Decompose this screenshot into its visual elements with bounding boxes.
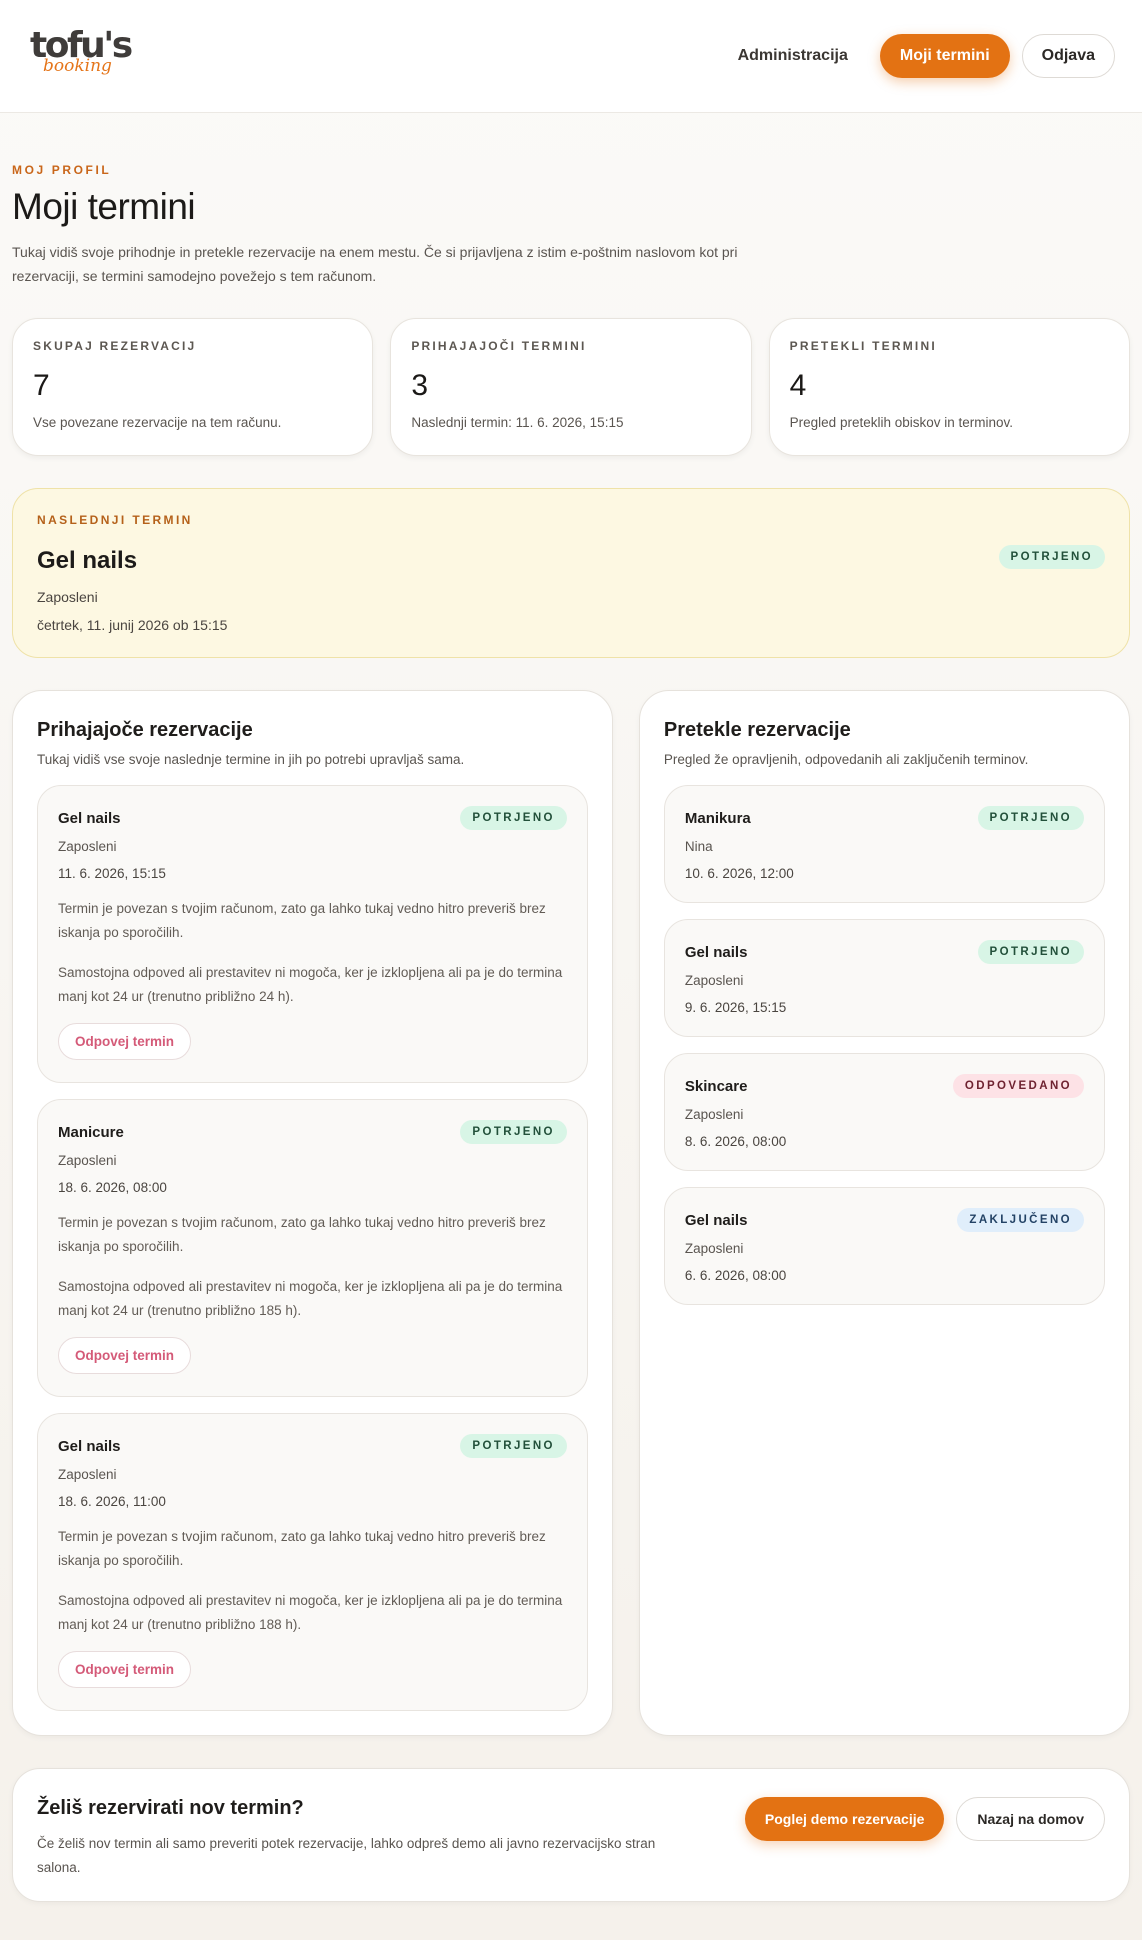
demo-booking-button[interactable]: Poglej demo rezervacije — [744, 1797, 945, 1841]
cancel-appointment-button[interactable]: Odpovej termin — [58, 1337, 192, 1374]
logout-button[interactable]: Odjava — [1021, 34, 1115, 78]
stat-description: Vse povezane rezervacije na tem računu. — [33, 415, 282, 430]
reservation-date: 6. 6. 2026, 08:00 — [684, 1268, 787, 1283]
stat-description: Naslednji termin: 11. 6. 2026, 15:15 — [411, 415, 624, 430]
reservation-note: Termin je povezan s tvojim računom, zato… — [58, 1215, 546, 1254]
reservation-staff: Zaposleni — [58, 1153, 117, 1168]
reservation-note: Termin je povezan s tvojim računom, zato… — [58, 1529, 546, 1568]
stat-label: PRETEKLI TERMINI — [789, 339, 937, 353]
stat-value: 7 — [33, 369, 50, 402]
reservation-note: Termin je povezan s tvojim računom, zato… — [58, 901, 546, 940]
panel-title: Prihajajoče rezervacije — [37, 719, 253, 741]
main-nav: Administracija Moji termini Odjava — [718, 34, 1115, 78]
past-reservation-card: Gel nails ZAKLJUČENO Zaposleni 6. 6. 202… — [663, 1187, 1105, 1305]
stat-description: Pregled preteklih obiskov in terminov. — [789, 415, 1014, 430]
past-reservations-panel: Pretekle rezervacije Pregled že opravlje… — [638, 690, 1130, 1736]
reservation-staff: Zaposleni — [684, 973, 744, 988]
next-appointment-service: Gel nails — [37, 547, 138, 574]
next-appointment-eyebrow: NASLEDNJI TERMIN — [37, 513, 193, 527]
status-badge: POTRJENO — [977, 940, 1084, 964]
brand-logo[interactable]: tofu's booking — [30, 28, 133, 84]
stat-value: 4 — [789, 369, 807, 402]
intro-section: MOJ PROFIL Moji termini Tukaj vidiš svoj… — [0, 113, 1142, 288]
intro-description: Tukaj vidiš svoje prihodnje in pretekle … — [12, 244, 738, 284]
status-badge: ODPOVEDANO — [952, 1074, 1084, 1098]
reservation-cancel-policy: Samostojna odpoved ali prestavitev ni mo… — [58, 1279, 563, 1318]
upcoming-reservation-card: Gel nails POTRJENO Zaposleni 11. 6. 2026… — [37, 785, 588, 1083]
reservation-staff: Zaposleni — [58, 839, 117, 854]
reservation-date: 11. 6. 2026, 15:15 — [58, 866, 166, 881]
reservation-staff: Zaposleni — [58, 1467, 117, 1482]
reservation-staff: Zaposleni — [684, 1241, 744, 1256]
next-appointment-staff: Zaposleni — [37, 589, 98, 605]
stat-label: SKUPAJ REZERVACIJ — [33, 339, 197, 353]
panel-description: Pregled že opravljenih, odpovedanih ali … — [663, 752, 1029, 767]
reservations-columns: Prihajajoče rezervacije Tukaj vidiš vse … — [0, 690, 1142, 1736]
stat-card-upcoming: PRIHAJAJOČI TERMINI 3 Naslednji termin: … — [390, 318, 752, 456]
stat-card-total: SKUPAJ REZERVACIJ 7 Vse povezane rezerva… — [12, 318, 374, 456]
nav-admin-link[interactable]: Administracija — [718, 35, 868, 77]
reservation-staff: Nina — [684, 839, 713, 854]
status-badge: POTRJENO — [977, 806, 1084, 830]
stats-row: SKUPAJ REZERVACIJ 7 Vse povezane rezerva… — [0, 318, 1142, 456]
upcoming-reservations-panel: Prihajajoče rezervacije Tukaj vidiš vse … — [12, 690, 613, 1736]
reservation-date: 10. 6. 2026, 12:00 — [684, 866, 794, 881]
stat-card-past: PRETEKLI TERMINI 4 Pregled preteklih obi… — [768, 318, 1130, 456]
intro-eyebrow: MOJ PROFIL — [12, 163, 112, 177]
top-header: tofu's booking Administracija Moji termi… — [0, 0, 1142, 113]
upcoming-reservation-card: Gel nails POTRJENO Zaposleni 18. 6. 2026… — [37, 1413, 588, 1711]
upcoming-list: Gel nails POTRJENO Zaposleni 11. 6. 2026… — [37, 785, 588, 1711]
cta-actions: Poglej demo rezervacije Nazaj na domov — [744, 1797, 1105, 1873]
panel-description: Tukaj vidiš vse svoje naslednje termine … — [37, 752, 465, 767]
status-badge: POTRJENO — [460, 1120, 567, 1144]
past-reservation-card: Skincare ODPOVEDANO Zaposleni 8. 6. 2026… — [663, 1053, 1105, 1171]
upcoming-reservation-card: Manicure POTRJENO Zaposleni 18. 6. 2026,… — [37, 1099, 588, 1397]
cta-description: Če želiš nov termin ali samo preveriti p… — [37, 1836, 656, 1875]
status-badge: POTRJENO — [998, 545, 1105, 569]
next-appointment-card: NASLEDNJI TERMIN Gel nails Zaposleni čet… — [12, 488, 1130, 658]
stat-label: PRIHAJAJOČI TERMINI — [411, 339, 587, 353]
reservation-date: 18. 6. 2026, 08:00 — [58, 1180, 167, 1195]
reservation-cancel-policy: Samostojna odpoved ali prestavitev ni mo… — [58, 965, 563, 1004]
status-badge: POTRJENO — [460, 806, 567, 830]
reservation-date: 8. 6. 2026, 08:00 — [684, 1134, 787, 1149]
nav-my-appointments-button[interactable]: Moji termini — [879, 34, 1010, 78]
reservation-staff: Zaposleni — [684, 1107, 744, 1122]
past-reservation-card: Gel nails POTRJENO Zaposleni 9. 6. 2026,… — [663, 919, 1105, 1037]
cta-title: Želiš rezervirati nov termin? — [37, 1797, 304, 1819]
stat-value: 3 — [411, 369, 429, 402]
cta-text-block: Želiš rezervirati nov termin? Če želiš n… — [37, 1797, 687, 1875]
next-appointment-datetime: četrtek, 11. junij 2026 ob 15:15 — [37, 617, 228, 633]
back-home-button[interactable]: Nazaj na domov — [956, 1797, 1105, 1841]
panel-title: Pretekle rezervacije — [663, 719, 851, 741]
status-badge: POTRJENO — [460, 1434, 567, 1458]
cancel-appointment-button[interactable]: Odpovej termin — [58, 1023, 192, 1060]
logo-subtext: booking — [43, 56, 112, 76]
status-badge: ZAKLJUČENO — [957, 1208, 1084, 1232]
past-list: Manikura POTRJENO Nina 10. 6. 2026, 12:0… — [663, 785, 1105, 1305]
reservation-date: 9. 6. 2026, 15:15 — [684, 1000, 787, 1015]
reservation-date: 18. 6. 2026, 11:00 — [58, 1494, 166, 1509]
new-booking-cta: Želiš rezervirati nov termin? Če želiš n… — [12, 1768, 1130, 1902]
cancel-appointment-button[interactable]: Odpovej termin — [58, 1651, 192, 1688]
past-reservation-card: Manikura POTRJENO Nina 10. 6. 2026, 12:0… — [663, 785, 1105, 903]
page-title: Moji termini — [12, 186, 196, 227]
reservation-cancel-policy: Samostojna odpoved ali prestavitev ni mo… — [58, 1593, 563, 1632]
